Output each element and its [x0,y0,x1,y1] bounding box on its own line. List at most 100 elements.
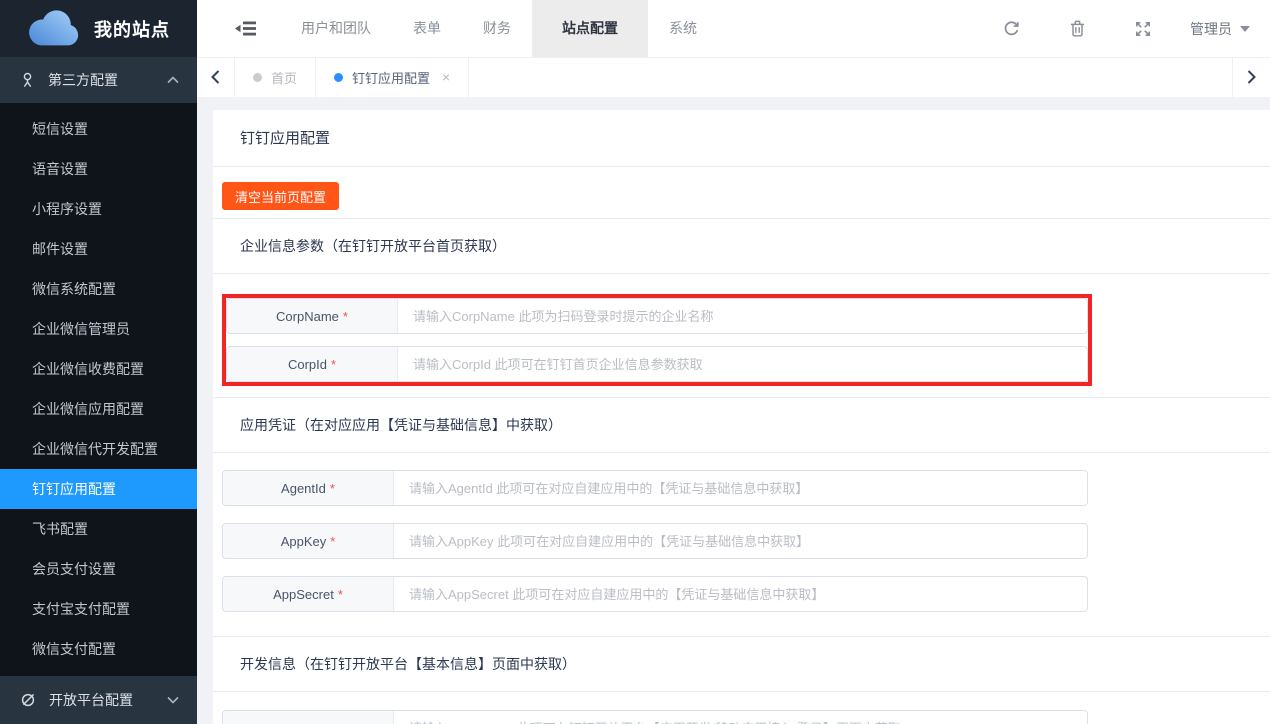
field-input-wrap [394,471,1087,505]
tab-dot-icon [334,73,343,82]
app-window: 我的站点 用户和团队 表单 财务 站点配置 系统 [0,0,1270,724]
sidebar-item-dingtalk-app[interactable]: 钉钉应用配置 [0,469,197,509]
sidebar-item-wecom-app[interactable]: 企业微信应用配置 [0,389,197,429]
sidebar: 第三方配置 短信设置 语音设置 小程序设置 邮件设置 微信系统配置 企业微信管理… [0,57,197,724]
close-icon[interactable]: × [442,69,450,85]
chevron-down-icon [1240,26,1250,32]
section-title-corp-info: 企业信息参数（在钉钉开放平台首页获取） [213,219,1270,274]
sidebar-item-alipay[interactable]: 支付宝支付配置 [0,589,197,629]
sidebar-item-wechat-pay[interactable]: 微信支付配置 [0,629,197,669]
tabs-scroll-right-icon[interactable] [1232,57,1270,97]
required-asterisk: * [343,309,348,324]
page-title: 钉钉应用配置 [213,110,1270,167]
header-actions: 管理员 [978,19,1270,39]
cloud-logo-icon [26,10,82,48]
field-input-wrap [398,299,1087,333]
field-label: CorpId * [227,347,398,381]
sidebar-item-miniprogram[interactable]: 小程序设置 [0,189,197,229]
section-fields-corp-info: CorpName * CorpId * [213,274,1270,398]
content-panel: 钉钉应用配置 清空当前页配置 企业信息参数（在钉钉开放平台首页获取） CorpN… [213,110,1270,724]
corpname-input[interactable] [398,299,1087,333]
nav-item-system[interactable]: 系统 [648,0,718,57]
field-row-corpname: CorpName * [226,298,1088,334]
corpid-input[interactable] [398,347,1087,381]
logo-area[interactable]: 我的站点 [0,0,197,57]
sidebar-item-wecom-dev[interactable]: 企业微信代开发配置 [0,429,197,469]
sidebar-group-open-platform[interactable]: 开放平台配置 [0,676,197,724]
field-input-wrap [398,347,1087,381]
ssosecret-input[interactable] [394,711,1087,724]
sidebar-collapse-icon[interactable] [235,20,256,37]
required-asterisk: * [331,357,336,372]
main-area: 钉钉应用配置 清空当前页配置 企业信息参数（在钉钉开放平台首页获取） CorpN… [197,97,1270,724]
clear-page-config-button[interactable]: 清空当前页配置 [222,182,339,210]
required-asterisk: * [330,481,335,496]
tab-home[interactable]: 首页 [235,57,316,97]
tab-label: 钉钉应用配置 [352,68,430,87]
chevron-up-icon [167,76,179,84]
fullscreen-icon[interactable] [1110,21,1176,37]
sidebar-item-wecom-admin[interactable]: 企业微信管理员 [0,309,197,349]
required-asterisk: * [340,721,345,724]
field-label-text: AppKey [281,534,327,549]
sidebar-group-label: 第三方配置 [48,70,154,90]
field-row-appsecret: AppSecret * [222,576,1088,612]
sidebar-item-voice[interactable]: 语音设置 [0,149,197,189]
sidebar-group-third-party[interactable]: 第三方配置 [0,57,197,103]
tab-label: 首页 [271,68,297,87]
sidebar-item-member-pay[interactable]: 会员支付设置 [0,549,197,589]
sidebar-item-email[interactable]: 邮件设置 [0,229,197,269]
field-row-ssosecret: SSOSecret * [222,710,1088,724]
field-label-text: AgentId [281,481,326,496]
field-label-text: CorpName [276,309,339,324]
person-icon [20,72,35,88]
chevron-down-icon [167,696,179,704]
nav-item-finance[interactable]: 财务 [462,0,532,57]
sidebar-item-wechat-system[interactable]: 微信系统配置 [0,269,197,309]
field-label: CorpName * [227,299,398,333]
site-title: 我的站点 [94,16,170,42]
top-nav: 用户和团队 表单 财务 站点配置 系统 [197,0,1270,57]
field-label-text: SSOSecret [271,721,336,724]
field-input-wrap [394,524,1087,558]
appkey-input[interactable] [394,524,1087,558]
nav-item-forms[interactable]: 表单 [392,0,462,57]
highlight-red-box: CorpName * CorpId * [222,294,1092,386]
sidebar-item-sms[interactable]: 短信设置 [0,109,197,149]
section-fields-dev-info: SSOSecret * [213,692,1270,724]
field-row-agentid: AgentId * [222,470,1088,506]
field-input-wrap [394,577,1087,611]
agentid-input[interactable] [394,471,1087,505]
field-input-wrap [394,711,1087,724]
circle-slash-icon [20,692,36,708]
section-title-dev-info: 开发信息（在钉钉开放平台【基本信息】页面中获取） [213,637,1270,692]
tab-bar: 首页 钉钉应用配置 × [197,57,1270,97]
field-label-text: AppSecret [273,587,334,602]
required-asterisk: * [330,534,335,549]
sidebar-item-wecom-charge[interactable]: 企业微信收费配置 [0,349,197,389]
sidebar-item-feishu[interactable]: 飞书配置 [0,509,197,549]
trash-icon[interactable] [1045,20,1110,37]
admin-user-menu[interactable]: 管理员 [1176,19,1250,39]
field-label: AppKey * [223,524,394,558]
appsecret-input[interactable] [394,577,1087,611]
tab-dot-icon [253,73,262,82]
nav-item-site-config[interactable]: 站点配置 [532,0,648,57]
field-label: AgentId * [223,471,394,505]
tabs-scroll-left-icon[interactable] [197,57,235,97]
toolbar: 清空当前页配置 [213,167,1270,219]
sidebar-menu: 短信设置 语音设置 小程序设置 邮件设置 微信系统配置 企业微信管理员 企业微信… [0,103,197,669]
section-fields-app-credentials: AgentId * AppKey * [213,453,1270,637]
sidebar-group-label: 开放平台配置 [49,690,154,710]
required-asterisk: * [338,587,343,602]
field-row-appkey: AppKey * [222,523,1088,559]
field-label: SSOSecret * [223,711,394,724]
top-header: 我的站点 用户和团队 表单 财务 站点配置 系统 [0,0,1270,57]
refresh-icon[interactable] [978,20,1045,37]
field-row-corpid: CorpId * [226,346,1088,382]
tab-dingtalk-config[interactable]: 钉钉应用配置 × [316,57,469,97]
field-label-text: CorpId [288,357,327,372]
nav-item-users-teams[interactable]: 用户和团队 [280,0,392,57]
field-label: AppSecret * [223,577,394,611]
section-title-app-credentials: 应用凭证（在对应应用【凭证与基础信息】中获取） [213,398,1270,453]
